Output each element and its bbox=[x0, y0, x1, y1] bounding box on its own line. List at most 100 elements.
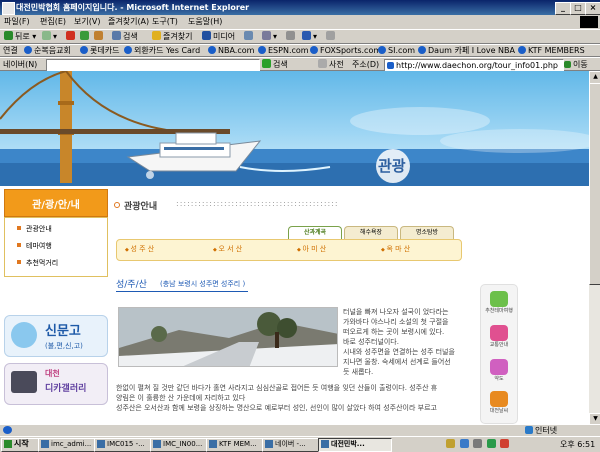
go-arrow-icon bbox=[564, 61, 571, 68]
forward-arrow-icon bbox=[42, 31, 51, 40]
ie-link-icon bbox=[80, 46, 88, 54]
taskbar: 시작 imc_admi... IMC015 -... IMC_IN00... K… bbox=[0, 436, 600, 452]
sidebar-title: 관/광/안/내 bbox=[32, 200, 80, 211]
sidebar-item-theme-travel[interactable]: 테마여행 bbox=[17, 240, 52, 252]
section-dots: ::::::::::::::::::::::::::::::::::::::::… bbox=[176, 199, 339, 208]
quick-traffic[interactable]: 교통안내 bbox=[485, 325, 513, 348]
banner: 관광 bbox=[0, 71, 589, 186]
link-label: Daum 카페 I Love NBA bbox=[428, 46, 515, 55]
menu-tools[interactable]: 도구(T) bbox=[152, 16, 178, 28]
menu-edit[interactable]: 편집(E) bbox=[40, 16, 66, 28]
link-item[interactable]: FOXSports.com bbox=[310, 45, 381, 57]
forward-button[interactable]: ▾ bbox=[42, 31, 57, 43]
description-line: 듯 새롭다. bbox=[343, 368, 374, 376]
windows-logo-icon bbox=[580, 16, 598, 28]
close-button[interactable]: × bbox=[585, 2, 600, 15]
link-item[interactable]: 롯데카드 bbox=[80, 45, 119, 57]
address-url: http://www.daechon.org/tour_info01.php bbox=[396, 61, 558, 70]
home-icon bbox=[94, 31, 103, 40]
tray-security-icon[interactable] bbox=[500, 439, 510, 448]
task-label: IMC_IN00... bbox=[163, 440, 203, 448]
description-line: 양림은 이 훌륭한 산 가운데에 자리하고 있다 bbox=[116, 394, 246, 402]
naver-search-label: 검색 bbox=[273, 60, 288, 69]
ie-link-icon bbox=[208, 46, 216, 54]
link-item[interactable]: 외환카드 Yes Card bbox=[124, 45, 200, 57]
link-item[interactable]: ESPN.com bbox=[258, 45, 309, 57]
gallery-title: 대천 bbox=[45, 369, 60, 378]
naver-search-button[interactable]: 검색 bbox=[262, 59, 288, 71]
mountain-photo bbox=[118, 307, 338, 367]
tray-volume-icon[interactable] bbox=[473, 439, 483, 448]
link-item[interactable]: NBA.com bbox=[208, 45, 254, 57]
menu-help[interactable]: 도움말(H) bbox=[188, 16, 222, 28]
sidebar-item-food[interactable]: 추천먹거리 bbox=[17, 257, 58, 269]
mountain-seongju[interactable]: 성 주 산 bbox=[125, 244, 154, 254]
menu-bar: 파일(F) 편집(E) 보기(V) 즐겨찾기(A) 도구(T) 도움말(H) bbox=[0, 15, 600, 29]
speech-bubble-icon bbox=[11, 322, 37, 348]
tray-network-icon[interactable] bbox=[459, 439, 469, 448]
naver-label: 네이버(N) bbox=[3, 60, 38, 69]
menu-file[interactable]: 파일(F) bbox=[4, 16, 30, 28]
dictionary-button[interactable]: 사전 bbox=[318, 59, 344, 71]
tab-mountains[interactable]: 산과계곡 bbox=[288, 226, 342, 239]
link-item[interactable]: KTF MEMBERS bbox=[518, 45, 585, 57]
quick-theme-travel[interactable]: 추천테마여행 bbox=[485, 291, 513, 314]
clock: 오후 6:51 bbox=[560, 440, 596, 449]
zone-text: 인터넷 bbox=[535, 426, 558, 435]
stop-button[interactable] bbox=[66, 31, 77, 43]
title-bar: 대전민박협회 홈페이지입니다. - Microsoft Internet Exp… bbox=[0, 0, 600, 15]
address-toolbar: 네이버(N) 검색 사전 주소(D) http://www.daechon.or… bbox=[0, 57, 600, 73]
link-item[interactable]: SI.com bbox=[378, 45, 415, 57]
quick-map[interactable]: 약도 bbox=[485, 359, 513, 382]
sidebar-item-tour-info[interactable]: 관광안내 bbox=[17, 223, 52, 235]
refresh-button[interactable] bbox=[80, 31, 91, 43]
ie-link-icon bbox=[24, 46, 32, 54]
link-item[interactable]: 순복음교회 bbox=[24, 45, 71, 57]
link-label: 순복음교회 bbox=[34, 46, 71, 55]
ie-link-icon bbox=[310, 46, 318, 54]
favorites-label: 즐겨찾기 bbox=[163, 32, 193, 41]
star-icon bbox=[152, 31, 161, 40]
mail-button[interactable]: ▾ bbox=[262, 31, 277, 43]
discuss-button[interactable] bbox=[326, 31, 337, 43]
quick-label: 추천테마여행 bbox=[485, 308, 513, 314]
description-line: 터널을 빠져 나오자 설국이 었다라는 bbox=[343, 308, 449, 316]
tray-app-icon[interactable] bbox=[446, 439, 455, 448]
mountain-ami[interactable]: 아 미 산 bbox=[297, 244, 326, 254]
minimize-button[interactable]: _ bbox=[555, 2, 571, 15]
media-button[interactable]: 미디어 bbox=[202, 31, 235, 43]
mountain-oseo[interactable]: 오 서 산 bbox=[213, 244, 242, 254]
history-button[interactable] bbox=[244, 31, 255, 43]
ie-link-icon bbox=[418, 46, 426, 54]
sinmungo-banner[interactable]: 신문고 (불,편,신,고) bbox=[4, 315, 108, 357]
photo-gallery-banner[interactable]: 대천 디카갤러리 bbox=[4, 363, 108, 405]
go-button[interactable]: 이동 bbox=[564, 59, 588, 71]
weather-icon bbox=[490, 391, 508, 407]
home-button[interactable] bbox=[94, 31, 105, 43]
section-bullet-icon bbox=[114, 202, 120, 208]
search-button[interactable]: 검색 bbox=[112, 31, 138, 43]
maximize-button[interactable]: □ bbox=[570, 2, 586, 15]
print-button[interactable] bbox=[286, 31, 297, 43]
menu-view[interactable]: 보기(V) bbox=[74, 16, 100, 28]
scroll-thumb[interactable] bbox=[589, 83, 600, 285]
back-button[interactable]: 뒤로 ▾ bbox=[4, 31, 36, 43]
edit-button[interactable]: ▾ bbox=[302, 31, 317, 43]
task-label: KTF MEM... bbox=[219, 440, 257, 448]
sidebar-title-box: 관/광/안/내 bbox=[4, 189, 108, 217]
go-label: 이동 bbox=[573, 60, 588, 69]
menu-favorites[interactable]: 즐겨찾기(A) bbox=[108, 16, 149, 28]
tab-beaches[interactable]: 해수욕장 bbox=[344, 226, 398, 239]
back-label: 뒤로 bbox=[15, 32, 30, 41]
tab-attractions[interactable]: 명소탐방 bbox=[400, 226, 454, 239]
vertical-scrollbar[interactable]: ▲ ▼ bbox=[589, 71, 600, 426]
favorites-button[interactable]: 즐겨찾기 bbox=[152, 31, 192, 43]
mountain-okma[interactable]: 옥 마 산 bbox=[381, 244, 410, 254]
link-item[interactable]: Daum 카페 I Love NBA bbox=[418, 45, 515, 57]
windows-start-icon bbox=[4, 440, 12, 448]
quick-weather[interactable]: 대전날씨 bbox=[485, 391, 513, 414]
task-label: imc_admi... bbox=[51, 440, 92, 448]
search-label: 검색 bbox=[123, 32, 138, 41]
tray-messenger-icon[interactable] bbox=[486, 439, 496, 448]
ie-link-icon bbox=[518, 46, 526, 54]
